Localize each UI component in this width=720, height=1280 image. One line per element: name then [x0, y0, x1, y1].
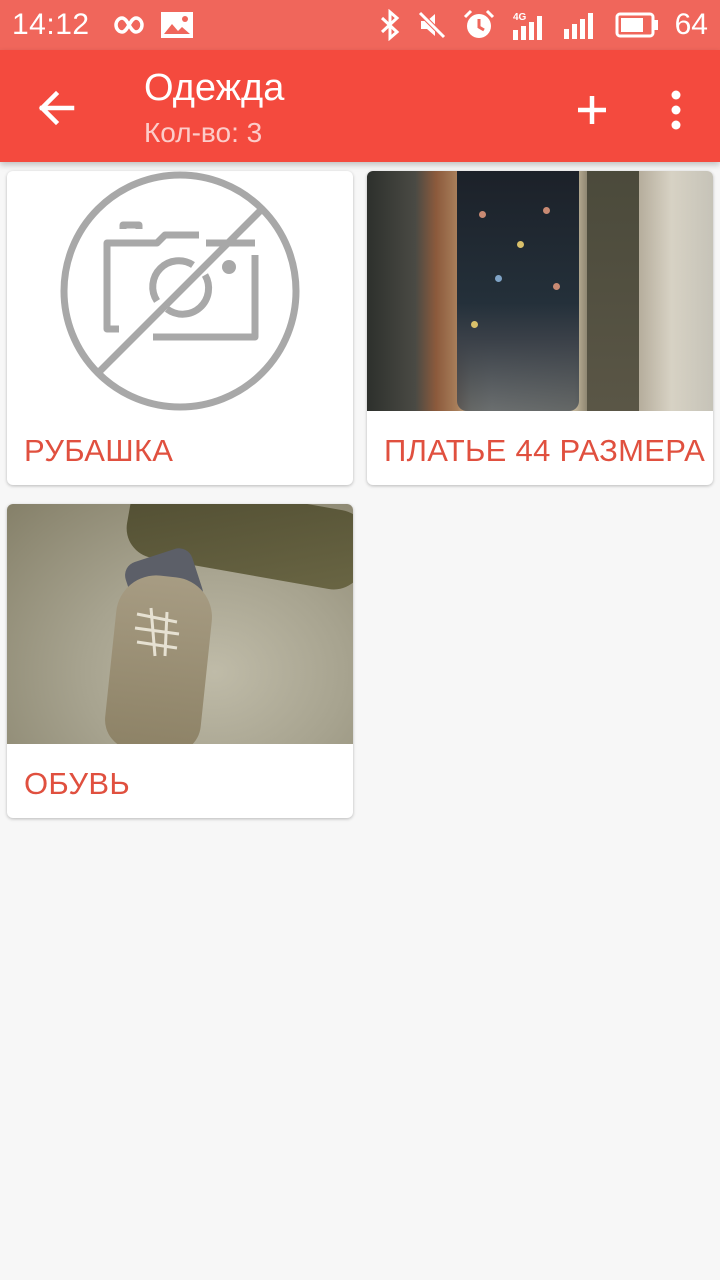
- infinity-icon: [106, 13, 146, 37]
- item-count: Кол-во: 3: [144, 117, 263, 148]
- plus-icon: [578, 96, 606, 124]
- item-card[interactable]: ПЛАТЬЕ 44 РАЗМЕРА: [367, 171, 713, 485]
- image-icon: [160, 11, 194, 39]
- bluetooth-icon: [379, 9, 401, 41]
- battery-percent: 64: [674, 8, 708, 41]
- title-block: Одежда Кол-во: 3: [144, 66, 284, 150]
- arrow-left-icon: [38, 90, 75, 126]
- item-card[interactable]: ОБУВЬ: [7, 504, 353, 818]
- signal-icon: [563, 11, 599, 39]
- back-button[interactable]: [30, 82, 82, 134]
- shoelaces: [134, 607, 180, 657]
- alarm-icon: [463, 9, 495, 41]
- card-title: ОБУВЬ: [24, 766, 130, 801]
- battery-icon: [615, 12, 659, 38]
- more-vert-icon: [671, 90, 681, 130]
- card-title: РУБАШКА: [24, 433, 174, 468]
- item-card[interactable]: РУБАШКА: [7, 171, 353, 485]
- page-title: Одежда: [144, 67, 285, 109]
- dress-photo: [367, 171, 713, 411]
- signal-4g-icon: 4G: [511, 10, 547, 40]
- status-time: 14:12: [12, 8, 90, 41]
- card-title: ПЛАТЬЕ 44 РАЗМЕРА: [384, 433, 706, 468]
- shoe-photo: [7, 504, 353, 744]
- add-button[interactable]: [566, 84, 618, 136]
- more-options-button[interactable]: [656, 84, 696, 136]
- status-bar: 14:12 4G 64: [0, 0, 720, 50]
- mute-icon: [417, 10, 447, 40]
- no-photo-icon: [60, 171, 300, 411]
- app-bar: Одежда Кол-во: 3: [0, 50, 720, 162]
- svg-text:4G: 4G: [513, 12, 527, 23]
- dress: [457, 171, 579, 411]
- person-legs: [587, 171, 639, 411]
- card-image: [7, 171, 353, 411]
